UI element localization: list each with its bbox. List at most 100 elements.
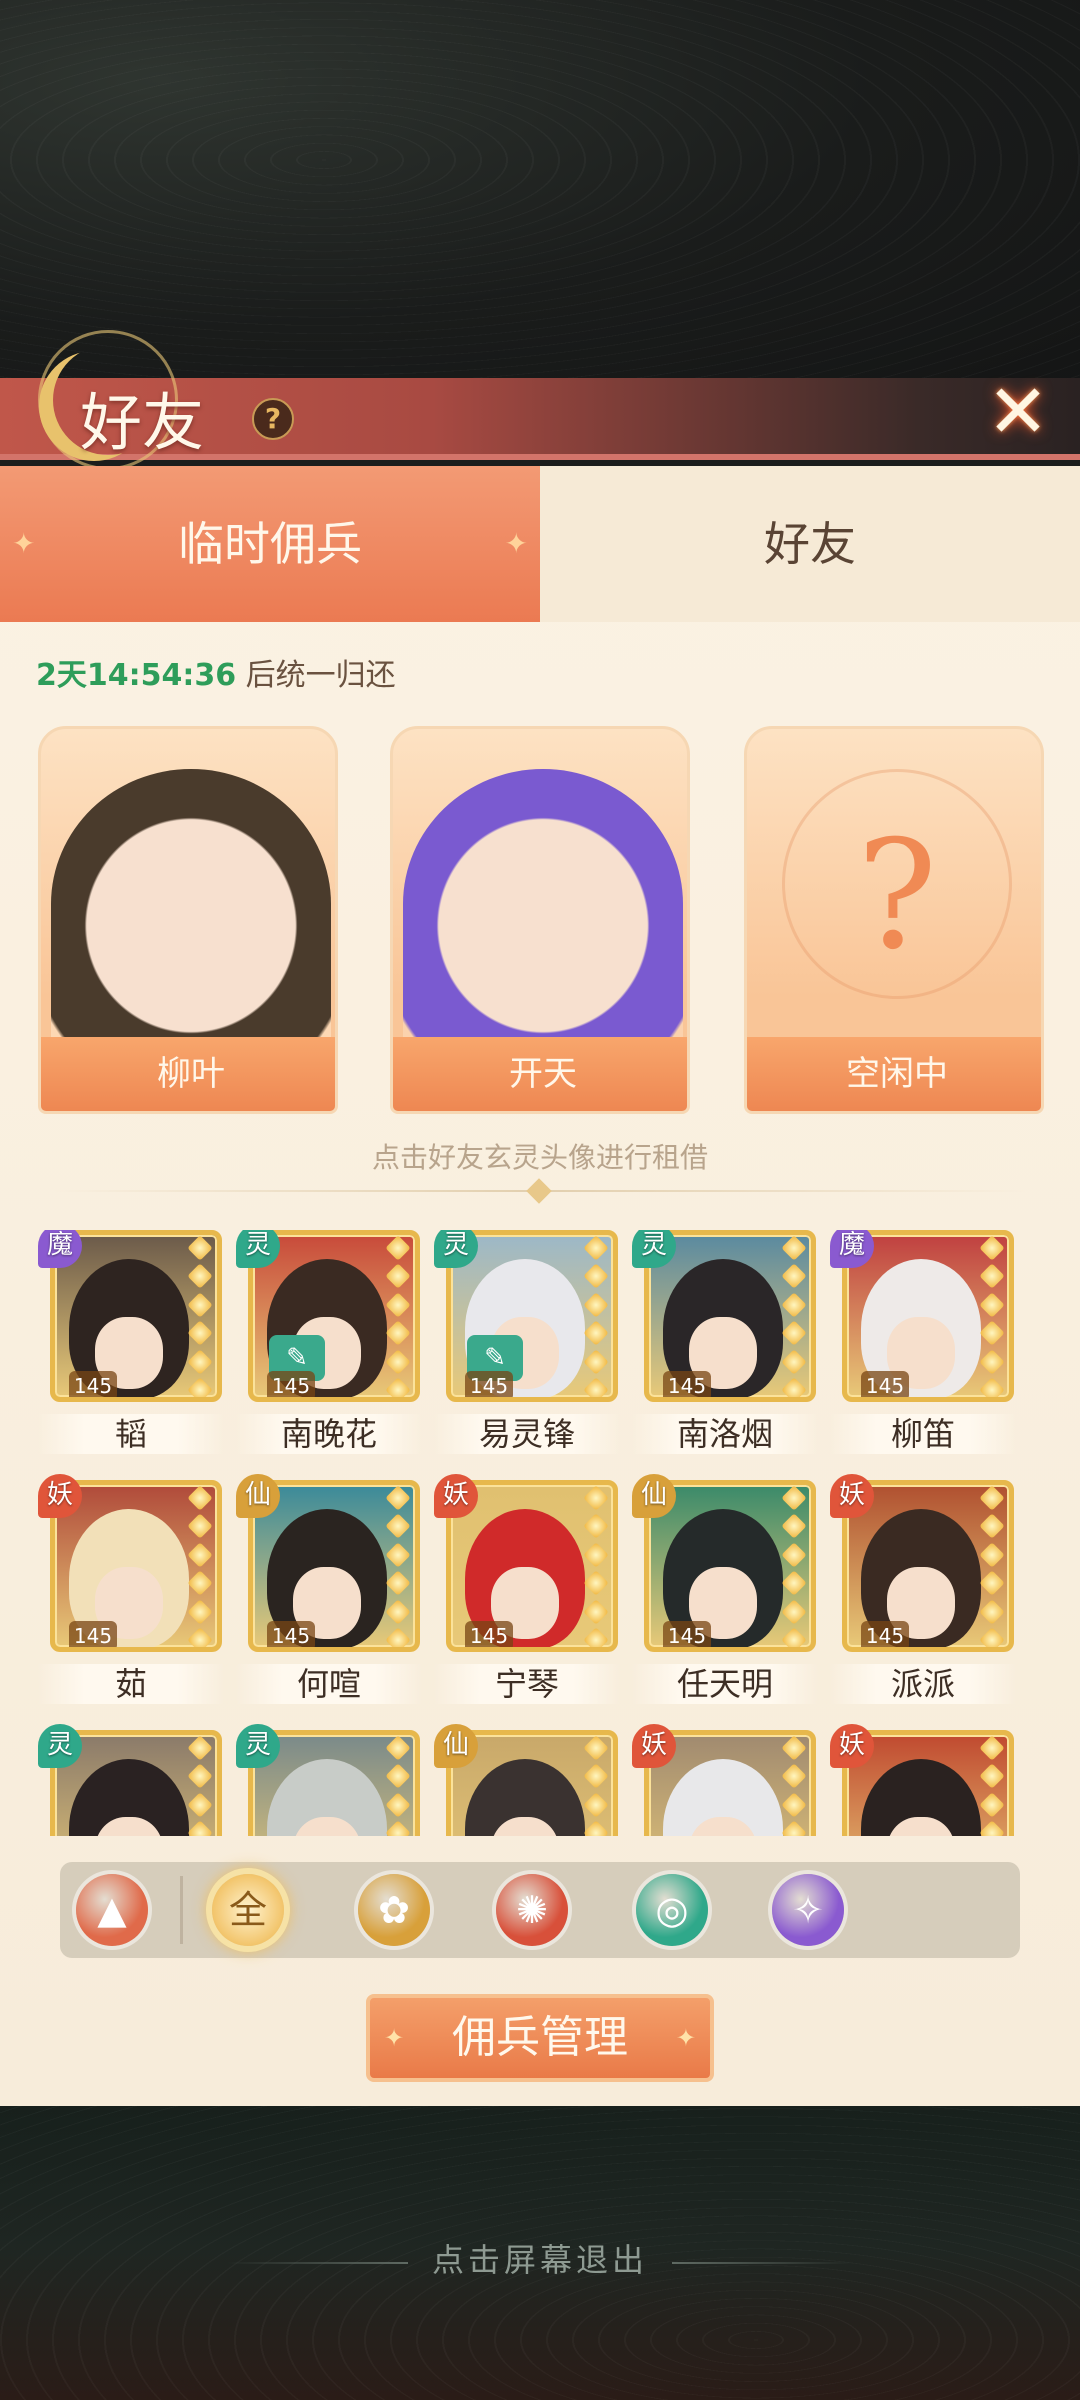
star-rank <box>979 1235 1005 1397</box>
star-icon <box>979 1763 1005 1790</box>
ornament-icon: ✦ <box>384 2024 405 2052</box>
character-card[interactable]: 145 仙任天明 <box>632 1474 818 1710</box>
star-icon <box>187 1792 213 1818</box>
star-icon <box>979 1377 1005 1397</box>
star-rank <box>187 1235 213 1397</box>
star-icon <box>385 1348 411 1375</box>
character-card[interactable]: 145 魔韬 <box>38 1230 224 1460</box>
star-icon <box>187 1820 213 1836</box>
star-icon <box>385 1570 411 1596</box>
star-rank <box>781 1235 807 1397</box>
star-icon <box>385 1792 411 1818</box>
star-icon <box>583 1320 609 1346</box>
mercenary-portrait <box>51 769 331 1039</box>
element-badge: 妖 <box>830 1474 874 1518</box>
star-icon <box>781 1263 807 1290</box>
star-icon <box>583 1263 609 1290</box>
star-icon <box>385 1263 411 1290</box>
character-grid[interactable]: 145 魔韬 ✎ 145 灵南晚花 ✎ 145 灵易灵锋 145 灵南洛烟 145 魔柳笛 145 妖茹 1… <box>0 1230 1080 1836</box>
character-card[interactable]: 145 仙何喧 <box>236 1474 422 1710</box>
star-icon <box>979 1348 1005 1375</box>
star-icon <box>979 1735 1005 1761</box>
star-rank <box>979 1735 1005 1836</box>
star-icon <box>583 1542 609 1568</box>
star-icon <box>583 1627 609 1647</box>
star-icon <box>583 1235 609 1261</box>
element-badge: 仙 <box>434 1724 478 1768</box>
character-card[interactable]: 妖 <box>632 1724 818 1836</box>
help-button[interactable]: ? <box>252 398 294 440</box>
character-name: 任天明 <box>632 1664 818 1704</box>
filter-triangle-icon[interactable]: ▲ <box>76 1874 148 1946</box>
character-card[interactable]: 145 魔柳笛 <box>830 1230 1016 1460</box>
mercenary-slot-1[interactable]: 柳叶 <box>38 726 338 1114</box>
star-icon <box>187 1598 213 1625</box>
star-icon <box>187 1485 213 1511</box>
filter-all-icon[interactable]: 全 <box>212 1874 284 1946</box>
star-icon <box>979 1485 1005 1511</box>
character-card[interactable]: 灵 <box>236 1724 422 1836</box>
star-icon <box>385 1735 411 1761</box>
mercenary-slot-2[interactable]: 开天 <box>390 726 690 1114</box>
level-badge: 145 <box>465 1371 513 1397</box>
filter-demon-icon[interactable]: ✺ <box>496 1874 568 1946</box>
character-name: 南洛烟 <box>632 1414 818 1454</box>
star-icon <box>979 1627 1005 1647</box>
element-badge: 灵 <box>38 1724 82 1768</box>
star-icon <box>979 1513 1005 1540</box>
mercenary-slot-3[interactable]: ? 空闲中 <box>744 726 1044 1114</box>
character-card[interactable]: 灵 <box>38 1724 224 1836</box>
filter-mo-icon[interactable]: ✧ <box>772 1874 844 1946</box>
star-icon <box>385 1820 411 1836</box>
character-name: 柳笛 <box>830 1414 1016 1454</box>
star-icon <box>385 1763 411 1790</box>
star-icon <box>583 1820 609 1836</box>
star-icon <box>979 1320 1005 1346</box>
star-icon <box>781 1348 807 1375</box>
close-button[interactable]: ✕ <box>978 372 1058 452</box>
page-title: 好友 <box>80 386 205 459</box>
level-badge: 145 <box>465 1621 513 1647</box>
star-icon <box>781 1542 807 1568</box>
level-badge: 145 <box>69 1621 117 1647</box>
star-icon <box>583 1377 609 1397</box>
star-icon <box>979 1598 1005 1625</box>
star-icon <box>187 1763 213 1790</box>
star-icon <box>781 1820 807 1836</box>
star-icon <box>979 1820 1005 1836</box>
character-card[interactable]: ✎ 145 灵南晚花 <box>236 1230 422 1460</box>
character-card[interactable]: 145 灵南洛烟 <box>632 1230 818 1460</box>
star-icon <box>187 1570 213 1596</box>
filter-lotus-icon[interactable]: ✿ <box>358 1874 430 1946</box>
star-icon <box>385 1513 411 1540</box>
star-icon <box>781 1792 807 1818</box>
star-icon <box>385 1320 411 1346</box>
star-icon <box>781 1735 807 1761</box>
star-icon <box>781 1627 807 1647</box>
element-badge: 妖 <box>632 1724 676 1768</box>
character-portrait <box>267 1759 387 1836</box>
level-badge: 145 <box>69 1371 117 1397</box>
level-badge: 145 <box>663 1621 711 1647</box>
star-icon <box>385 1235 411 1261</box>
background-top[interactable] <box>0 0 1080 400</box>
character-card[interactable]: 145 妖派派 <box>830 1474 1016 1710</box>
tab-temp-mercenary[interactable]: 临时佣兵 <box>0 466 540 622</box>
character-card[interactable]: ✎ 145 灵易灵锋 <box>434 1230 620 1460</box>
star-rank <box>385 1235 411 1397</box>
star-icon <box>583 1292 609 1318</box>
character-card[interactable]: 145 妖茹 <box>38 1474 224 1710</box>
mercenary-manage-button[interactable]: ✦ 佣兵管理 ✦ <box>366 1994 714 2082</box>
element-badge: 妖 <box>830 1724 874 1768</box>
filter-spirit-icon[interactable]: ◎ <box>636 1874 708 1946</box>
character-card[interactable]: 145 妖宁琴 <box>434 1474 620 1710</box>
character-name: 韬 <box>38 1414 224 1454</box>
tab-friends[interactable]: 好友 <box>540 466 1080 622</box>
character-portrait <box>861 1759 981 1836</box>
level-badge: 145 <box>267 1371 315 1397</box>
character-card[interactable]: 妖 <box>830 1724 1016 1836</box>
timer-countdown: 2天14:54:36 <box>36 658 237 693</box>
exit-hint[interactable]: 点击屏幕退出 <box>0 2235 1080 2281</box>
star-icon <box>583 1348 609 1375</box>
character-card[interactable]: 仙 <box>434 1724 620 1836</box>
